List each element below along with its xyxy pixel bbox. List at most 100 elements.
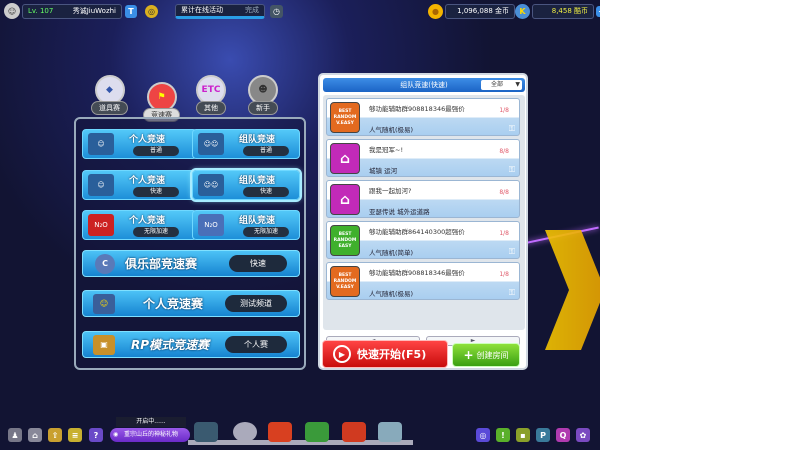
tab-label: 道具赛 (91, 101, 128, 115)
mode-title: 组队竞速 (239, 176, 276, 186)
chevron-down-icon: ▼ (515, 81, 520, 88)
medal-icon[interactable]: ◎ (145, 4, 158, 18)
search-icon[interactable]: Q (556, 428, 570, 442)
room-name: 够功能辅助群908818346最强价 (369, 269, 465, 277)
mode-title: 个人竞速 (129, 176, 166, 186)
gold-bar: ● 1,096,088 金币 (428, 3, 515, 19)
racer-icon: ☺ (93, 293, 115, 314)
garage-kart-icon[interactable] (194, 422, 218, 442)
club-building-icon[interactable] (378, 422, 402, 442)
upload-icon[interactable]: ⇧ (48, 428, 62, 442)
mode-solo-normal[interactable]: ☺ 个人竞速 普通 (82, 129, 197, 159)
home-icon[interactable]: ⌂ (28, 428, 42, 442)
kart-icon: ▣ (93, 334, 115, 355)
event-bar[interactable]: 累计在线活动 完成 ◷ (175, 3, 283, 19)
mode-title: 组队竞速 (239, 135, 276, 145)
big-mode-title: 个人竞速赛 (143, 297, 204, 311)
kcoin-bar: K 8,458 酷币 + (515, 3, 600, 19)
tab-speed-race[interactable]: ⚑ 竞速赛 (143, 82, 180, 122)
avatar[interactable]: ☺ (4, 3, 20, 19)
room-player-count: 8/8 (499, 189, 509, 196)
room-list-panel: 组队竞速(快速) 全部 ▼ ◄ ► BEST RANDOM V.EASY 够功能辅… (318, 73, 528, 370)
room-list-title: 组队竞速(快速) (400, 81, 448, 89)
room-row[interactable]: BEST RANDOM EASY 够功能辅助群864140300超强价 1/8 … (326, 221, 520, 259)
mode-sub: 快速 (243, 187, 289, 197)
big-mode-title: 俱乐部竞速赛 (125, 257, 198, 271)
room-row[interactable]: BEST RANDOM V.EASY 够功能辅助群908818346最强价 1/… (326, 262, 520, 300)
opening-status: 开启中...... (116, 417, 186, 427)
big-mode-button[interactable]: 个人赛 (225, 336, 287, 353)
big-mode-title: RP模式竞速赛 (131, 338, 210, 352)
player-level: Lv. 107 (28, 7, 54, 15)
club-race-button[interactable]: C 俱乐部竞速赛 快速 (82, 250, 300, 277)
solo-race-test-button[interactable]: ☺ 个人竞速赛 测试频道 (82, 290, 300, 317)
shop-icon[interactable] (305, 422, 329, 442)
add-currency-button[interactable]: + (596, 5, 600, 17)
room-map: 人气随机(极易) (369, 126, 414, 134)
room-player-count: 1/8 (499, 271, 509, 278)
mode-sub: 普通 (243, 146, 289, 156)
player-name[interactable]: 秀诚JiuWozhi (73, 6, 116, 16)
mode-sub: 无限加速 (133, 227, 179, 237)
profile-icon[interactable]: ♟ (8, 428, 22, 442)
room-player-count: 8/8 (499, 148, 509, 155)
gold-amount: 1,096,088 金币 (457, 7, 509, 15)
toolbox-icon[interactable] (342, 422, 366, 442)
tab-other[interactable]: ETC 其他 (196, 75, 226, 115)
filter-value: 全部 (491, 81, 504, 88)
team-racer-icon: ☺☺ (198, 133, 224, 155)
chat-icon[interactable]: ▪ (516, 428, 530, 442)
mode-solo-nitro[interactable]: N₂O 个人竞速 无限加速 (82, 210, 197, 240)
tab-label: 新手 (248, 101, 278, 115)
mode-team-fast[interactable]: ☺☺ 组队竞速 快速 (190, 168, 302, 202)
big-mode-button[interactable]: 测试频道 (225, 295, 287, 312)
room-map: 人气随机(极易) (369, 290, 414, 298)
create-room-label: 创建房间 (476, 350, 509, 360)
mystery-gift-button[interactable]: ◉ 重宗山丘的神秘礼物 (110, 428, 190, 442)
clock-icon[interactable]: ◷ (270, 4, 283, 18)
room-player-count: 1/8 (499, 107, 509, 114)
room-map-icon: ⌂ (330, 184, 360, 215)
room-row[interactable]: ⌂ 我是冠军~! 8/8 城镇 运河 ⚿ (326, 139, 520, 177)
rp-race-button[interactable]: ▣ RP模式竞速赛 个人赛 (82, 331, 300, 358)
title-badge[interactable]: T (125, 4, 137, 18)
event-label: 累计在线活动 (181, 6, 223, 14)
room-filter-select[interactable]: 全部 ▼ (481, 80, 522, 90)
room-row[interactable]: BEST RANDOM V.EASY 够功能辅助群908818346最强价 1/… (326, 98, 520, 136)
help-icon[interactable]: ? (89, 428, 103, 442)
gear-icon[interactable]: ✿ (576, 428, 590, 442)
game-screen: ☺ Lv. 107 秀诚JiuWozhi T ◎ 累计在线活动 完成 ◷ ● 1… (0, 0, 600, 450)
gift-icon: ◉ (113, 431, 119, 438)
room-row[interactable]: ⌂ 跟我一起加河? 8/8 亚瑟传说 城外运道路 (326, 180, 520, 218)
mode-team-normal[interactable]: ☺☺ 组队竞速 普通 (192, 129, 300, 159)
play-icon: ▶ (333, 345, 351, 363)
mode-sub: 普通 (133, 146, 179, 156)
plus-icon: + (463, 348, 474, 362)
nitro-team-icon: N₂O (198, 214, 224, 236)
workshop-icon[interactable] (268, 422, 292, 442)
club-icon: C (95, 253, 115, 274)
mode-sub: 无限加速 (243, 227, 289, 237)
quick-start-button[interactable]: ▶ 快速开始(F5) (322, 340, 448, 368)
kcoin-icon: K (515, 3, 530, 19)
mode-solo-fast[interactable]: ☺ 个人竞速 快速 (82, 170, 197, 200)
mode-title: 个人竞速 (129, 135, 166, 145)
arrow-decoration (545, 230, 600, 350)
tab-item-race[interactable]: ◆ 道具赛 (91, 75, 128, 115)
room-name: 跟我一起加河? (369, 187, 412, 195)
key-lock-icon: ⚿ (508, 124, 515, 133)
big-mode-button[interactable]: 快速 (229, 255, 287, 272)
create-room-button[interactable]: + 创建房间 (452, 343, 520, 367)
speedometer-icon[interactable] (233, 422, 257, 442)
p-icon[interactable]: P (536, 428, 550, 442)
room-map: 城镇 运河 (369, 167, 398, 175)
room-player-count: 1/8 (499, 230, 509, 237)
notes-icon[interactable]: ≡ (68, 428, 82, 442)
racer-icon: ☺ (88, 133, 114, 155)
bottom-dock (188, 420, 413, 445)
key-lock-icon: ⚿ (508, 247, 515, 256)
tab-rookie[interactable]: ☻ 新手 (248, 75, 278, 115)
notice-icon[interactable]: ! (496, 428, 510, 442)
mode-team-nitro[interactable]: N₂O 组队竞速 无限加速 (192, 210, 300, 240)
alarm-icon[interactable]: ◎ (476, 428, 490, 442)
